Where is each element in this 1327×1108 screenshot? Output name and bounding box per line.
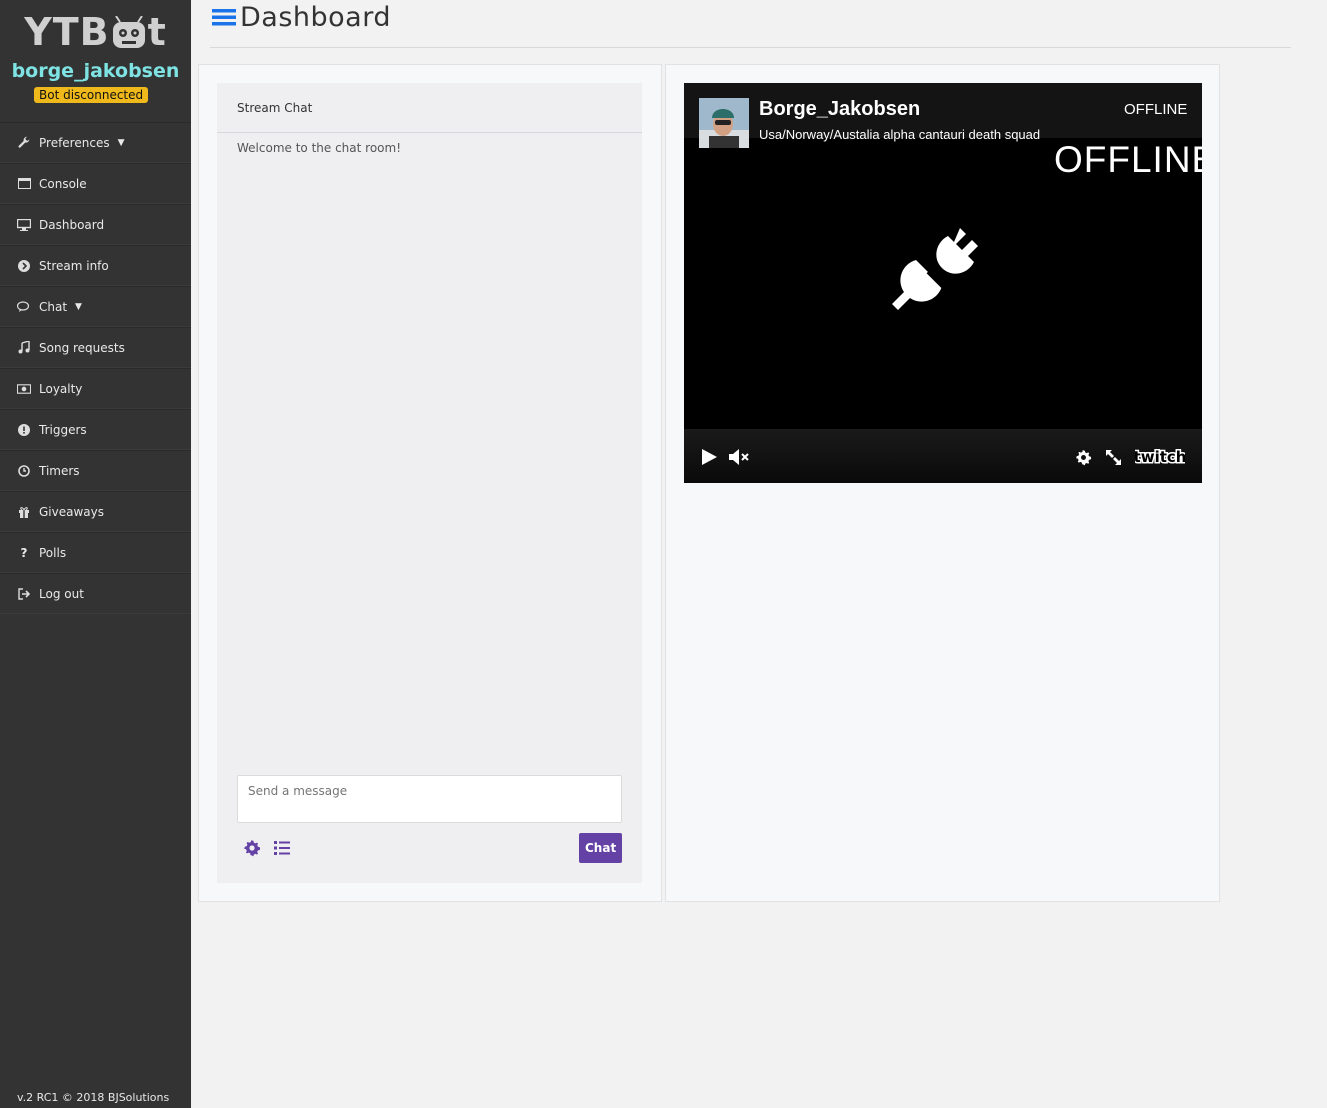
music-icon [17,341,31,355]
sidebar-item-label: Log out [39,586,84,601]
sidebar-item-label: Timers [39,463,80,478]
sidebar-item-polls[interactable]: ? Polls [0,532,191,573]
twitch-logo-text: twitch [1135,448,1185,466]
sidebar-item-loyalty[interactable]: Loyalty [0,368,191,409]
exclamation-icon [17,423,31,437]
sidebar-item-song-requests[interactable]: Song requests [0,327,191,368]
chat-title: Stream Chat [237,101,313,115]
mute-icon[interactable] [729,449,751,465]
sidebar-nav: Preferences ▼ Console Dashboard Stream i… [0,122,191,614]
money-icon [17,382,31,396]
fullscreen-icon[interactable] [1105,449,1122,466]
twitch-logo-icon[interactable]: twitch [1135,448,1185,466]
twitch-player[interactable]: Borge_Jakobsen Usa/Norway/Austalia alpha… [684,83,1202,483]
sidebar-item-label: Song requests [39,340,125,355]
sidebar-item-label: Dashboard [39,217,105,232]
chat-welcome-message: Welcome to the chat room! [237,141,402,155]
page-title: Dashboard [240,1,391,33]
offline-banner: OFFLINE [1054,139,1202,180]
sidebar-item-label: Triggers [39,422,87,437]
clock-icon [17,464,31,478]
app-logo: YTB t [24,10,167,54]
channel-name[interactable]: Borge_Jakobsen [759,98,920,121]
sidebar-item-stream-info[interactable]: Stream info [0,245,191,286]
question-icon: ? [20,545,28,560]
viewer-list-icon[interactable] [273,839,291,857]
chat-message-input[interactable] [237,775,622,823]
play-icon[interactable] [700,448,718,466]
username: borge_jakobsen [11,60,180,82]
sidebar-item-dashboard[interactable]: Dashboard [0,204,191,245]
wrench-icon [17,136,31,150]
sign-out-icon [17,587,31,601]
sidebar-item-label: Loyalty [39,381,83,396]
page-header: Dashboard [212,1,391,33]
caret-down-icon: ▼ [117,137,125,148]
sidebar: YTB t borge_jakobsen Bot disconnected Pre… [0,0,191,1108]
stream-chat: Stream Chat Welcome to the chat room! Ch… [217,83,642,883]
sidebar-item-label: Chat [39,299,68,314]
robot-icon [112,16,145,48]
version-footer: v.2 RC1 © 2018 BJSolutions [17,1091,170,1104]
gear-icon[interactable] [243,839,261,857]
comments-icon [17,300,31,314]
channel-avatar[interactable] [699,98,749,148]
player-controls: twitch [684,429,1202,483]
header-divider [210,47,1291,48]
sidebar-item-preferences[interactable]: Preferences ▼ [0,122,191,163]
disconnected-plug-icon [892,228,978,310]
sidebar-item-label: Stream info [39,258,109,273]
hamburger-menu-icon[interactable] [212,7,236,27]
sidebar-item-label: Preferences [39,135,110,150]
sidebar-item-triggers[interactable]: Triggers [0,409,191,450]
caret-down-icon: ▼ [75,301,82,312]
stream-title: Usa/Norway/Austalia alpha cantauri death… [759,127,1041,142]
settings-gear-icon[interactable] [1075,449,1092,466]
sidebar-item-label: Giveaways [39,504,104,519]
sidebar-item-label: Console [39,176,87,191]
sidebar-item-console[interactable]: Console [0,163,191,204]
sidebar-item-log-out[interactable]: Log out [0,573,191,614]
chat-divider [217,132,642,133]
sidebar-item-timers[interactable]: Timers [0,450,191,491]
sidebar-item-label: Polls [39,545,67,560]
send-chat-button[interactable]: Chat [579,833,622,863]
sidebar-item-giveaways[interactable]: Giveaways [0,491,191,532]
monitor-icon [17,218,31,232]
window-icon [17,177,31,191]
gift-icon [17,505,31,519]
sidebar-item-chat[interactable]: Chat ▼ [0,286,191,327]
chevron-circle-icon [17,259,31,273]
status-badge: Bot disconnected [34,87,149,103]
offline-label: OFFLINE [1124,101,1188,118]
